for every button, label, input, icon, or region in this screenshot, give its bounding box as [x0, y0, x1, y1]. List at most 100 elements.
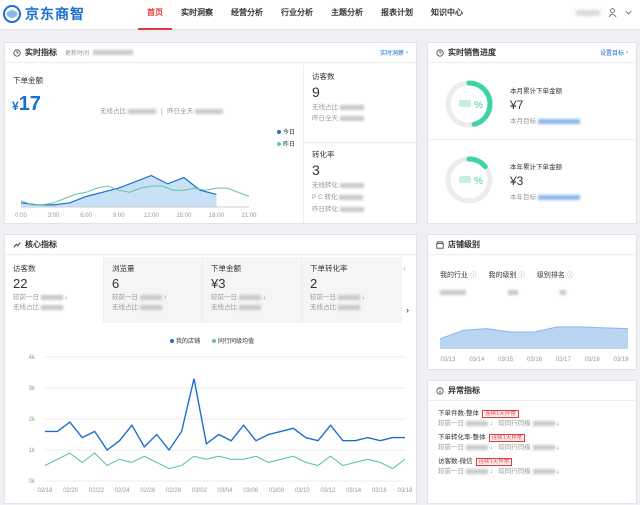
chevron-right-icon[interactable]: › — [626, 50, 628, 56]
chevron-right-icon[interactable]: › — [406, 305, 409, 315]
x-tick-label: 03/14 — [346, 488, 362, 494]
abnormal-item[interactable]: 访客数-微信 连续1天异常 较前一日 ↓ 较同行同级 ↓ — [438, 457, 560, 477]
clock-icon — [13, 48, 21, 57]
nav-realtime[interactable]: 实时洞察 — [172, 0, 222, 30]
help-icon[interactable]: ⓘ — [567, 272, 574, 279]
x-tick-label: 03/12 — [320, 488, 336, 494]
year-pct: % — [474, 176, 483, 187]
visitors-yesterday-label: 昨日全天 — [312, 115, 338, 122]
x-tick-label: 03/19 — [613, 357, 629, 363]
month-value: ¥7 — [510, 98, 524, 112]
realtime-title: 实时指标 — [25, 48, 57, 57]
user-name-blurred — [576, 9, 600, 16]
x-tick-label: 03/06 — [243, 488, 259, 494]
legend-today: 今日 — [283, 130, 296, 136]
nav-industry[interactable]: 行业分析 — [272, 0, 322, 30]
sales-progress-card: 实时销售进度 设置目标 › % 本月累计下单金额 ¥7 本月目标 % 本年累计下… — [427, 42, 637, 224]
abnormal-item[interactable]: 下单转化率-整体 连续1天异常 较前一日 ↓ 较同行同级 ↓ — [438, 433, 560, 453]
legend-yesterday: 昨日 — [283, 142, 296, 148]
y-tick-label: 4k — [29, 355, 36, 361]
realtime-insight-link[interactable]: 实时洞察 — [380, 48, 404, 57]
store-level-card: 店铺级别 我的行业 ⓘ 我的级别 ⓘ 级别排名 ⓘ 03/13 03/14 03/1… — [427, 234, 637, 370]
visitors-label: 访客数 — [312, 72, 335, 81]
abnormal-title: 异常指标 — [448, 386, 480, 395]
x-tick-label: 03/04 — [217, 488, 233, 494]
user-area[interactable] — [576, 8, 632, 17]
visitors-block: 访客数 9 无线占比 昨日全天 — [303, 65, 417, 143]
abnormal-item[interactable]: 下单件数-整体 连续1天异常 较前一日 ↓ 较同行同级 ↓ — [438, 409, 560, 429]
level-title: 店铺级别 — [448, 240, 480, 249]
y-tick-label: 0k — [29, 479, 36, 485]
brand-logo[interactable]: 京东商智 — [2, 4, 85, 24]
year-label: 本年累计下单金额 — [510, 164, 562, 171]
core-tab-gmv[interactable]: 下单金额 ¥3 较前一日 ↓ 无线占比 — [203, 257, 302, 323]
x-tick-label: 03/10 — [295, 488, 311, 494]
x-tick-label: 02/20 — [63, 488, 79, 494]
x-tick-label: 03/16 — [527, 357, 543, 363]
x-tick-label: 03/18 — [585, 357, 601, 363]
month-label: 本月累计下单金额 — [510, 88, 562, 95]
core-tab-conversion[interactable]: 下单转化率 2 较前一日 ↓ 无线占比 — [302, 257, 402, 323]
peer-avg-line — [44, 452, 406, 470]
nav-home[interactable]: 首页 — [138, 0, 172, 30]
x-tick-label: 03/13 — [440, 357, 456, 363]
x-tick-label: 03/08 — [269, 488, 285, 494]
chevron-down-icon[interactable] — [625, 9, 632, 16]
conversion-block: 转化率 3 无线转化 P C 转化 昨日转化 — [303, 143, 417, 223]
y-tick-label: 3k — [29, 386, 36, 392]
x-tick-label: 03/14 — [469, 357, 485, 363]
store-icon — [436, 240, 444, 249]
jd-logo-icon — [3, 5, 21, 23]
nav-business[interactable]: 经营分析 — [222, 0, 272, 30]
conversion-wireless-label: 无线转化 — [312, 182, 338, 189]
visitors-value: 9 — [312, 84, 320, 100]
x-tick-label: 02/22 — [89, 488, 105, 494]
x-tick-label: 03/18 — [397, 488, 413, 494]
x-tick-label: 6:00 — [80, 213, 92, 219]
industry-label: 我的行业 — [440, 272, 468, 279]
x-tick-label: 9:00 — [113, 213, 125, 219]
chevron-left-icon[interactable]: ‹ — [403, 263, 406, 273]
gmv-label: 下单金额 — [13, 76, 43, 85]
help-icon[interactable]: ⓘ — [470, 272, 477, 279]
chevron-right-icon[interactable]: › — [406, 50, 408, 56]
x-tick-label: 0:00 — [15, 213, 27, 219]
gmv-value: 17 — [18, 93, 41, 115]
month-pct: % — [474, 100, 483, 111]
level-rank-label: 级别排名 — [536, 272, 565, 279]
x-tick-label: 02/24 — [115, 488, 131, 494]
abnormal-card: 异常指标 下单件数-整体 连续1天异常 较前一日 ↓ 较同行同级 ↓ 下单转化率-… — [427, 380, 637, 504]
my-level-label: 我的级别 — [488, 272, 517, 279]
x-tick-label: 03/15 — [498, 357, 514, 363]
nav-report[interactable]: 报表计划 — [372, 0, 422, 30]
x-tick-label: 21:00 — [241, 213, 257, 219]
conversion-pc-label: P C 转化 — [312, 194, 338, 201]
core-metrics-card: 核心指标 访客数 22 较前一日 ↓ 无线占比 浏览量 6 较前一日 ↑ 无线占… — [4, 234, 417, 504]
gmv-yesterday-label: 昨日全天 — [167, 108, 194, 115]
y-tick-label: 2k — [29, 417, 36, 423]
info-circle-icon — [436, 386, 444, 395]
progress-title: 实时销售进度 — [448, 48, 496, 57]
year-value: ¥3 — [510, 174, 524, 188]
gmv-currency: ¥ — [12, 99, 19, 113]
x-tick-label: 12:00 — [144, 213, 160, 219]
core-tab-visitors[interactable]: 访客数 22 较前一日 ↓ 无线占比 — [5, 257, 104, 323]
realtime-chart: 0:00 3:00 6:00 9:00 12:00 15:00 18:00 21:00 — [15, 174, 257, 219]
line-chart-icon — [13, 241, 21, 248]
help-icon[interactable]: ⓘ — [518, 272, 525, 279]
user-icon[interactable] — [608, 8, 617, 17]
month-progress-ring: % — [445, 80, 493, 128]
conversion-yesterday-label: 昨日转化 — [312, 206, 338, 213]
nav-topic[interactable]: 主题分析 — [322, 0, 372, 30]
legend-peer-avg: 同行同级均值 — [218, 339, 255, 345]
core-title: 核心指标 — [25, 240, 57, 249]
month-target-label: 本月目标 — [510, 118, 536, 125]
core-tab-pageviews[interactable]: 浏览量 6 较前一日 ↑ 无线占比 — [104, 257, 203, 323]
set-target-link[interactable]: 设置目标 — [600, 48, 624, 57]
nav-knowledge[interactable]: 知识中心 — [422, 0, 472, 30]
update-time-label: 更新时间 — [65, 51, 90, 57]
x-tick-label: 02/18 — [37, 488, 53, 494]
main-nav: 首页 实时洞察 经营分析 行业分析 主题分析 报表计划 知识中心 — [138, 0, 472, 30]
x-tick-label: 18:00 — [209, 213, 225, 219]
y-tick-label: 1k — [29, 448, 36, 454]
